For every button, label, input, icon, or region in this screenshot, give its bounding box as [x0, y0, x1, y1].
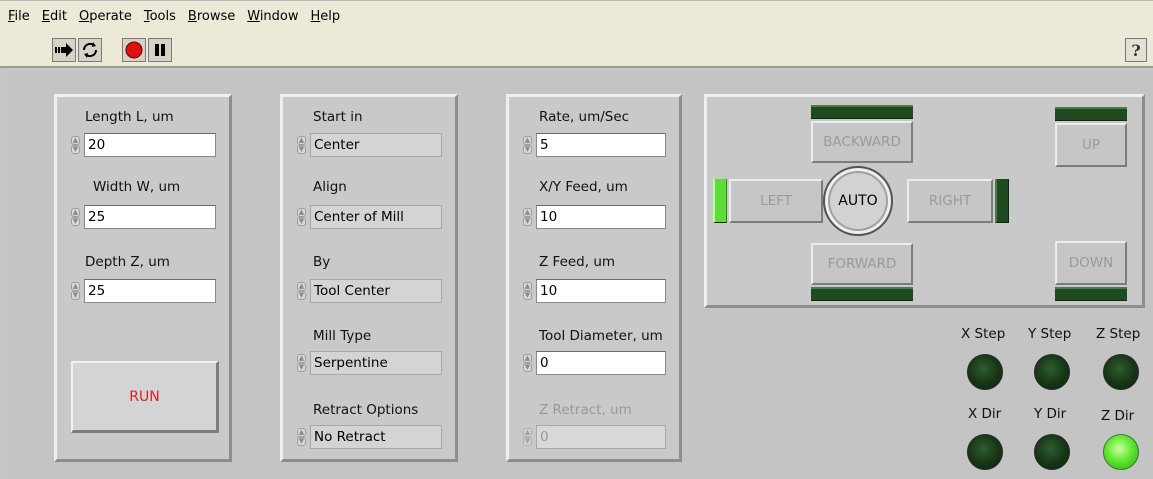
menu-file[interactable]: File: [2, 9, 36, 24]
length-spinner[interactable]: ▲ ▼: [69, 133, 82, 157]
x-step-led: [967, 354, 1003, 390]
xy-feed-label: X/Y Feed, um: [539, 179, 628, 195]
tool-diameter-input[interactable]: 0: [536, 351, 666, 375]
z-dir-led: [1103, 434, 1139, 470]
start-in-ring[interactable]: Center: [310, 133, 442, 157]
width-spinner[interactable]: ▲ ▼: [69, 205, 82, 229]
align-ring[interactable]: Center of Mill: [310, 205, 442, 229]
forward-button[interactable]: FORWARD: [811, 243, 913, 285]
dimensions-cluster: Length L, um ▲ ▼ 20 Width W, um ▲ ▼ 25 Dep…: [54, 94, 232, 462]
menu-operate[interactable]: Operate: [73, 9, 138, 24]
z-feed-spinner[interactable]: ▲ ▼: [521, 279, 534, 303]
start-in-label: Start in: [313, 109, 363, 125]
z-feed-label: Z Feed, um: [539, 254, 616, 270]
start-in-spinner[interactable]: ▲ ▼: [295, 133, 308, 157]
jog-cluster: BACKWARD LEFT AUTO RIGHT FORWARD UP DOWN: [704, 94, 1145, 308]
down-button[interactable]: DOWN: [1055, 241, 1127, 285]
width-label: Width W, um: [93, 179, 181, 195]
y-step-led: [1034, 354, 1070, 390]
feed-cluster: Rate, um/Sec ▲ ▼ 5 X/Y Feed, um ▲ ▼ 10 Z F…: [506, 94, 682, 462]
by-label: By: [313, 254, 331, 270]
z-step-label: Z Step: [1096, 326, 1141, 342]
backward-indicator: [811, 105, 913, 119]
toolbar: ?: [0, 32, 1153, 68]
xy-feed-input[interactable]: 10: [536, 205, 666, 229]
tool-diameter-label: Tool Diameter, um: [539, 328, 663, 344]
align-spinner[interactable]: ▲ ▼: [295, 205, 308, 229]
rate-input[interactable]: 5: [536, 133, 666, 157]
run-arrow-icon[interactable]: [52, 38, 76, 62]
z-step-led: [1103, 354, 1139, 390]
pause-icon[interactable]: [148, 38, 172, 62]
forward-indicator: [811, 287, 913, 301]
mill-type-spinner[interactable]: ▲ ▼: [295, 351, 308, 375]
menu-browse[interactable]: Browse: [182, 9, 241, 24]
y-dir-led: [1034, 434, 1070, 470]
right-indicator: [995, 179, 1009, 223]
z-retract-spinner: ▲ ▼: [523, 428, 532, 446]
up-indicator: [1055, 107, 1127, 121]
tool-diameter-spinner[interactable]: ▲ ▼: [521, 351, 534, 375]
front-panel: Length L, um ▲ ▼ 20 Width W, um ▲ ▼ 25 Dep…: [8, 70, 1153, 479]
xy-feed-spinner[interactable]: ▲ ▼: [521, 205, 534, 229]
depth-spinner[interactable]: ▲ ▼: [69, 279, 82, 303]
x-step-label: X Step: [961, 326, 1006, 342]
left-button[interactable]: LEFT: [729, 179, 823, 223]
run-continuously-icon[interactable]: [78, 38, 102, 62]
retract-options-spinner[interactable]: ▲ ▼: [295, 425, 308, 449]
width-input[interactable]: 25: [84, 205, 216, 229]
length-input[interactable]: 20: [84, 133, 216, 157]
depth-input[interactable]: 25: [84, 279, 216, 303]
abort-icon[interactable]: [122, 38, 146, 62]
left-indicator: [713, 179, 727, 223]
menu-help[interactable]: Help: [305, 9, 347, 24]
up-button[interactable]: UP: [1055, 123, 1127, 167]
backward-button[interactable]: BACKWARD: [811, 121, 913, 163]
menu-bar: File Edit Operate Tools Browse Window He…: [0, 0, 1153, 32]
menu-edit[interactable]: Edit: [36, 9, 73, 24]
placement-cluster: Start in ▲ ▼ Center Align ▲ ▼ Center of Mi…: [280, 94, 458, 462]
menu-tools[interactable]: Tools: [138, 9, 182, 24]
by-ring[interactable]: Tool Center: [310, 279, 442, 303]
align-label: Align: [313, 179, 347, 195]
right-button[interactable]: RIGHT: [907, 179, 993, 223]
x-dir-led: [967, 434, 1003, 470]
rate-label: Rate, um/Sec: [539, 109, 630, 125]
z-retract-label: Z Retract, um: [539, 402, 632, 418]
x-dir-label: X Dir: [968, 406, 1002, 422]
context-help-icon[interactable]: ?: [1125, 38, 1147, 62]
menu-window[interactable]: Window: [241, 9, 304, 24]
length-label: Length L, um: [85, 109, 174, 125]
mill-type-label: Mill Type: [313, 328, 372, 344]
run-button[interactable]: RUN: [71, 361, 219, 433]
z-retract-input: 0: [536, 425, 666, 449]
depth-label: Depth Z, um: [85, 254, 170, 270]
mill-type-ring[interactable]: Serpentine: [310, 351, 442, 375]
retract-options-ring[interactable]: No Retract: [310, 425, 442, 449]
retract-options-label: Retract Options: [313, 402, 419, 418]
y-step-label: Y Step: [1028, 326, 1072, 342]
down-indicator: [1055, 287, 1127, 301]
z-feed-input[interactable]: 10: [536, 279, 666, 303]
y-dir-label: Y Dir: [1034, 406, 1067, 422]
by-spinner[interactable]: ▲ ▼: [295, 279, 308, 303]
z-dir-label: Z Dir: [1101, 408, 1135, 424]
auto-button[interactable]: AUTO: [823, 166, 893, 236]
rate-spinner[interactable]: ▲ ▼: [521, 133, 534, 157]
